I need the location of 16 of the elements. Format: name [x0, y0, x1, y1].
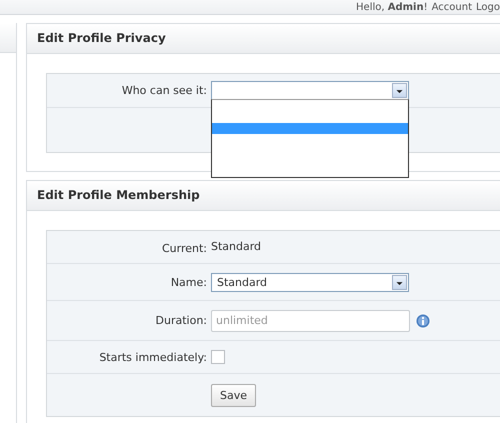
- save-button[interactable]: Save: [211, 384, 256, 406]
- greeting-text: Hello, Admin!: [356, 2, 428, 12]
- duration-field[interactable]: unlimited: [211, 310, 410, 332]
- field-label: Starts immediately:: [99, 350, 207, 364]
- caret-icon[interactable]: [392, 83, 407, 98]
- info-icon[interactable]: [416, 314, 430, 328]
- top-link[interactable]: Account: [432, 2, 472, 12]
- field-label: Who can see it:: [122, 84, 207, 97]
- field-label: Name:: [170, 276, 207, 288]
- caret-icon[interactable]: [392, 274, 407, 290]
- top-link[interactable]: Logo: [476, 2, 500, 12]
- field-label: Duration:: [156, 314, 207, 327]
- checkbox[interactable]: [211, 350, 225, 364]
- field-value: Standard: [211, 240, 262, 253]
- dropdown[interactable]: Standard: [211, 272, 409, 292]
- field-label: Current:: [162, 242, 207, 255]
